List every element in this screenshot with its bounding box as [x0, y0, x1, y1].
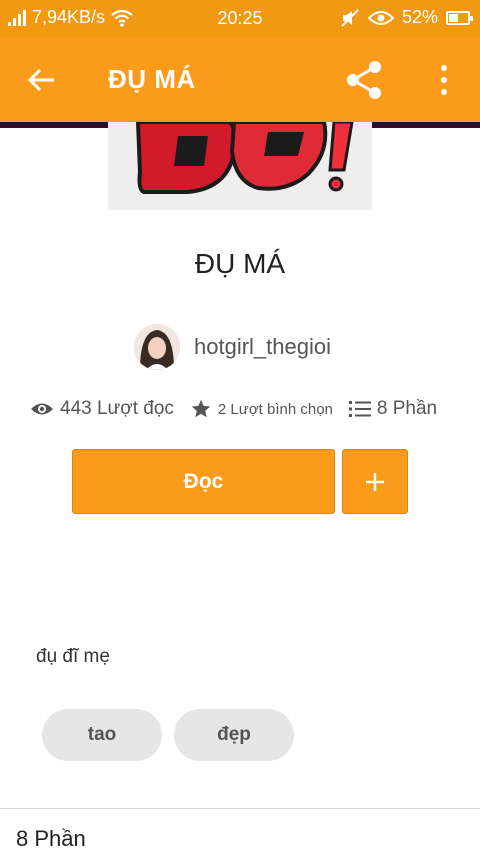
reads-count: 443 Lượt đọc: [60, 398, 174, 419]
mute-icon: [341, 8, 359, 27]
votes-stat: 2 Lượt bình chọn: [190, 398, 333, 420]
parts-section-header[interactable]: 8 Phần: [16, 826, 86, 852]
eye-icon: [367, 10, 394, 25]
tag-list: tao đẹp: [42, 709, 294, 761]
cover-image[interactable]: [108, 122, 372, 210]
more-options-icon[interactable]: [430, 62, 458, 98]
parts-stat: 8 Phần: [348, 398, 438, 420]
votes-count: 2 Lượt bình chọn: [217, 400, 333, 418]
author[interactable]: hotgirl_thegioi: [134, 324, 331, 370]
author-name[interactable]: hotgirl_thegioi: [194, 334, 331, 360]
eye-icon: [31, 403, 53, 415]
toolbar-title: ĐỤ MÁ: [108, 64, 196, 94]
battery-fill: [449, 13, 458, 22]
back-arrow-icon[interactable]: [24, 62, 60, 98]
battery-icon: [446, 10, 473, 25]
avatar-image: [134, 324, 180, 370]
story-title: ĐỤ MÁ: [194, 248, 286, 279]
plus-icon: [366, 472, 384, 491]
story-description: đụ đĩ mẹ: [36, 646, 110, 667]
cover-artwork: [108, 122, 372, 210]
parts-count: 8 Phần: [376, 398, 438, 419]
share-icon[interactable]: [344, 60, 384, 100]
list-icon: [348, 401, 371, 417]
read-button[interactable]: Đọc: [72, 449, 335, 514]
star-icon: [191, 399, 211, 418]
story-stats: 443 Lượt đọc 2 Lượt bình chọn 8 Phần: [30, 398, 437, 420]
tag-chip[interactable]: đẹp: [174, 709, 294, 761]
divider: [0, 808, 480, 809]
status-bar: 7,94KB/s 20:25 52%: [0, 0, 480, 38]
author-avatar[interactable]: [134, 324, 180, 370]
status-right: 52%: [340, 7, 473, 28]
tag-chip[interactable]: tao: [42, 709, 162, 761]
reads-stat: 443 Lượt đọc: [30, 398, 174, 420]
add-to-library-button[interactable]: [342, 449, 408, 514]
toolbar: ĐỤ MÁ: [0, 38, 480, 122]
battery-percent: 52%: [401, 7, 438, 27]
